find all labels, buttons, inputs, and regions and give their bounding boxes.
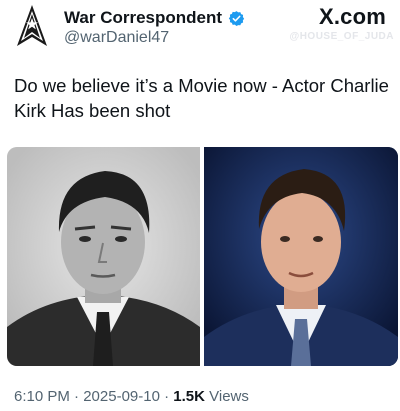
tweet-date[interactable]: 2025-09-10 [83, 388, 160, 405]
tweet-header: War Correspondent @warDaniel47 X.com @HO… [0, 0, 400, 56]
tweet-media[interactable] [7, 147, 398, 366]
brand-logo-text: X.com [318, 4, 386, 29]
tweet-meta: 6:10 PM · 2025-09-10 · 1.5K Views [14, 388, 249, 405]
tweet-time[interactable]: 6:10 PM [14, 388, 70, 405]
verified-badge-icon [228, 10, 245, 27]
views-label: Views [204, 388, 249, 405]
meta-separator: · [69, 388, 84, 405]
media-image-left[interactable] [7, 147, 200, 366]
views-count: 1.5K [173, 388, 205, 405]
arrowhead-logo-icon[interactable] [14, 4, 50, 48]
watermark-text: @HOUSE_OF_JUDA [289, 31, 394, 42]
meta-separator: · [159, 388, 174, 405]
tweet-text: Do we believe it’s a Movie now - Actor C… [14, 75, 389, 121]
author-handle[interactable]: @warDaniel47 [64, 29, 169, 47]
author-name-row: War Correspondent [64, 8, 245, 28]
author-display-name[interactable]: War Correspondent [64, 8, 222, 28]
media-image-right[interactable] [204, 147, 398, 366]
